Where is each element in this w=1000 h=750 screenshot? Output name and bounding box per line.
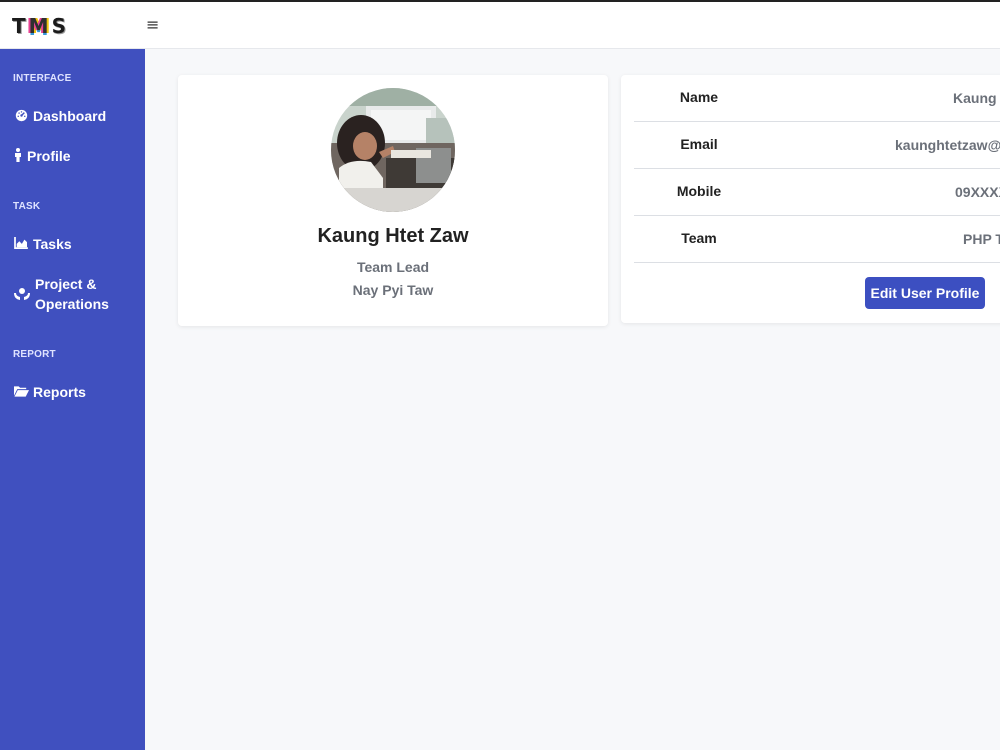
profile-city: Nay Pyi Taw: [352, 282, 434, 298]
sidebar-item-label: Profile: [27, 148, 71, 164]
brand-letter-t: T: [12, 14, 29, 38]
sidebar-item-label-line2: Operations: [35, 296, 109, 312]
profile-role: Team Lead: [356, 259, 430, 275]
top-navbar: T M S ≡: [0, 0, 1000, 49]
sidebar-item-label: Dashboard: [33, 108, 107, 124]
sidebar-item-tasks[interactable]: Tasks: [13, 234, 138, 254]
brand-letter-s: S: [51, 14, 69, 38]
sidebar-item-profile[interactable]: Profile: [13, 146, 138, 166]
detail-row-team: Team PHP T: [634, 216, 1000, 263]
detail-value: kaunghtetzaw@s: [895, 137, 1000, 153]
dashboard-gauge-icon: [13, 106, 29, 124]
detail-row-mobile: Mobile 09XXXX: [634, 169, 1000, 216]
hamburger-icon[interactable]: ≡: [146, 16, 162, 34]
detail-value: Kaung H: [953, 90, 1000, 106]
sidebar-item-label-line1: Project &: [35, 276, 97, 292]
sidebar-section-report: REPORT: [13, 349, 56, 360]
sidebar-section-task: TASK: [13, 201, 41, 212]
sidebar-item-label: Reports: [33, 384, 86, 400]
chart-area-icon: [13, 234, 29, 252]
avatar: [331, 88, 455, 212]
detail-row-name: Name Kaung H: [634, 75, 1000, 122]
profile-card: Kaung Htet Zaw Team Lead Nay Pyi Taw: [178, 75, 608, 326]
sidebar-item-project-operations[interactable]: Project & Operations: [13, 274, 138, 314]
detail-value: 09XXXX: [955, 184, 1000, 200]
user-details-card: Name Kaung H Email kaunghtetzaw@s Mobile…: [621, 75, 1000, 323]
detail-label: Email: [680, 136, 718, 152]
sidebar: INTERFACE Dashboard Profile TASK Tasks P…: [0, 49, 145, 750]
detail-value: PHP T: [963, 231, 1000, 247]
sidebar-item-dashboard[interactable]: Dashboard: [13, 106, 138, 126]
detail-row-email: Email kaunghtetzaw@s: [634, 122, 1000, 169]
sidebar-item-reports[interactable]: Reports: [13, 382, 138, 402]
profile-name: Kaung Htet Zaw: [317, 225, 469, 247]
sidebar-section-interface: INTERFACE: [13, 73, 72, 84]
detail-label: Mobile: [676, 183, 722, 199]
detail-label: Team: [681, 230, 717, 246]
sidebar-item-label: Tasks: [33, 236, 72, 252]
hands-holding-icon: [13, 274, 31, 314]
detail-label: Name: [679, 89, 719, 105]
edit-user-profile-button[interactable]: Edit User Profile: [865, 277, 985, 309]
person-icon: [13, 146, 23, 164]
brand-logo[interactable]: T M S: [12, 13, 69, 39]
brand-letter-m: M: [28, 14, 52, 38]
sidebar-item-label: Project & Operations: [35, 274, 109, 314]
folder-open-icon: [13, 382, 29, 400]
